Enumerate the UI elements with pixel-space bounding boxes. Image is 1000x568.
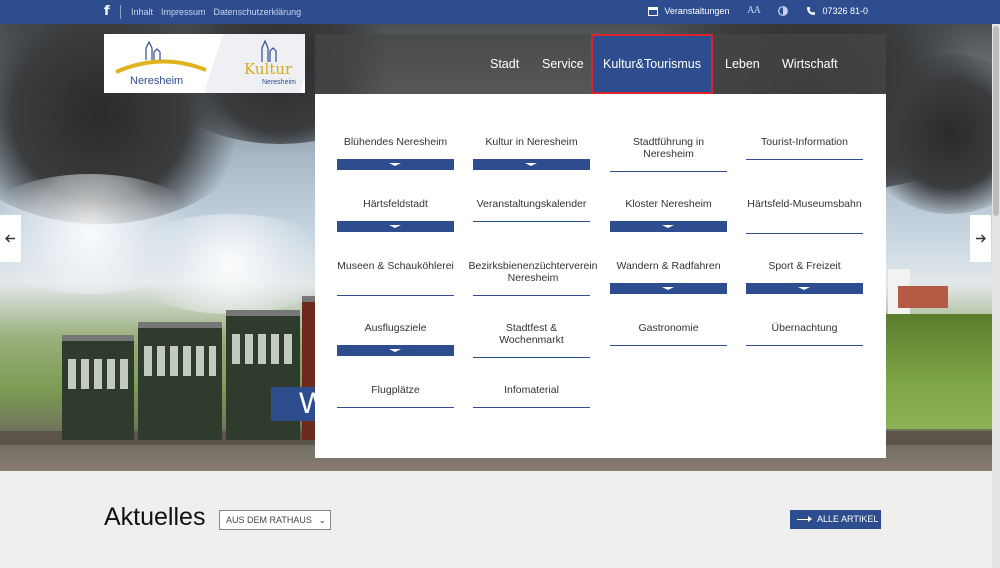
nav-wirtschaft[interactable]: Wirtschaft bbox=[782, 34, 838, 94]
menu-item-infomaterial[interactable]: Infomaterial bbox=[473, 384, 590, 410]
menu-item-underline bbox=[473, 357, 590, 358]
menu-item-museumsbahn[interactable]: Härtsfeld-Museumsbahn bbox=[746, 198, 863, 234]
nav-stadt[interactable]: Stadt bbox=[490, 34, 519, 94]
phone-icon bbox=[806, 6, 816, 16]
menu-item-kloster-neresheim[interactable]: Kloster Neresheim bbox=[610, 198, 727, 232]
menu-item-ausflugsziele[interactable]: Ausflugsziele bbox=[337, 322, 454, 356]
menu-item-sport-freizeit[interactable]: Sport & Freizeit bbox=[746, 260, 863, 294]
events-label: Veranstaltungen bbox=[664, 6, 730, 16]
menu-item-veranstaltungskalender[interactable]: Veranstaltungskalender bbox=[473, 198, 590, 224]
divider bbox=[120, 5, 121, 19]
news-heading: Aktuelles bbox=[104, 503, 206, 531]
expand-icon[interactable] bbox=[337, 221, 454, 232]
site-logo[interactable]: Neresheim Kultur Neresheim bbox=[104, 34, 305, 93]
menu-item-underline bbox=[337, 407, 454, 408]
phone-link[interactable]: 07326 81-0 bbox=[806, 6, 868, 16]
facebook-icon[interactable]: f bbox=[104, 4, 110, 19]
menu-item-flugplaetze[interactable]: Flugplätze bbox=[337, 384, 454, 410]
expand-icon[interactable] bbox=[337, 345, 454, 356]
neresheim-logo-icon bbox=[115, 40, 207, 74]
menu-item-kultur-in-neresheim[interactable]: Kultur in Neresheim bbox=[473, 136, 590, 170]
menu-item-stadtfuehrung[interactable]: Stadtführung in Neresheim bbox=[610, 136, 727, 172]
arrow-left-icon bbox=[5, 230, 16, 248]
top-bar: f Inhalt Impressum Datenschutzerklärung … bbox=[0, 0, 1000, 24]
phone-number: 07326 81-0 bbox=[822, 6, 868, 16]
slider-prev-button[interactable] bbox=[0, 215, 21, 262]
scrollbar-thumb[interactable] bbox=[993, 26, 999, 216]
menu-item-stadtfest[interactable]: Stadtfest & Wochenmarkt bbox=[473, 322, 590, 358]
expand-icon[interactable] bbox=[337, 159, 454, 170]
menu-item-underline bbox=[746, 159, 863, 160]
menu-item-underline bbox=[337, 295, 454, 296]
menu-item-museen[interactable]: Museen & Schauköhlerei bbox=[337, 260, 454, 296]
events-link[interactable]: Veranstaltungen bbox=[648, 6, 729, 16]
logo-kultur-sub: Neresheim bbox=[262, 79, 296, 86]
main-navigation: Stadt Service Kultur&Tourismus Leben Wir… bbox=[315, 34, 886, 94]
hero-heading: W bbox=[271, 387, 315, 421]
chevron-down-icon: ⌄ bbox=[318, 515, 326, 525]
menu-item-label: Stadtfest & Wochenmarkt bbox=[499, 322, 564, 346]
menu-item-gastronomie[interactable]: Gastronomie bbox=[610, 322, 727, 348]
all-articles-button[interactable]: ALLE ARTIKEL bbox=[790, 510, 881, 529]
menu-item-underline bbox=[610, 171, 727, 172]
mega-menu: Blühendes Neresheim Härtsfeldstadt Musee… bbox=[315, 94, 886, 458]
nav-service[interactable]: Service bbox=[542, 34, 584, 94]
menu-item-wandern-radfahren[interactable]: Wandern & Radfahren bbox=[610, 260, 727, 294]
menu-item-label: Stadtführung in Neresheim bbox=[632, 136, 705, 160]
contrast-icon[interactable] bbox=[778, 6, 789, 16]
menu-item-underline bbox=[473, 221, 590, 222]
calendar-icon bbox=[648, 6, 659, 16]
nav-leben[interactable]: Leben bbox=[725, 34, 760, 94]
logo-city-name: Neresheim bbox=[130, 75, 184, 87]
all-articles-label: ALLE ARTIKEL bbox=[817, 514, 879, 524]
logo-kultur: Kultur bbox=[244, 60, 293, 78]
menu-item-underline bbox=[746, 345, 863, 346]
link-datenschutz[interactable]: Datenschutzerklärung bbox=[214, 7, 302, 17]
menu-item-underline bbox=[746, 233, 863, 234]
arrow-right-icon bbox=[797, 516, 812, 522]
utility-links: Inhalt Impressum Datenschutzerklärung bbox=[131, 7, 301, 17]
menu-item-haertsfeldstadt[interactable]: Härtsfeldstadt bbox=[337, 198, 454, 232]
menu-item-underline bbox=[610, 345, 727, 346]
menu-item-label: Härtsfeld-Museumsbahn bbox=[747, 198, 862, 210]
expand-icon[interactable] bbox=[746, 283, 863, 294]
menu-item-bienenzuechterverein[interactable]: Bezirksbienenzüchterverein Neresheim bbox=[469, 260, 597, 296]
expand-icon[interactable] bbox=[610, 221, 727, 232]
menu-item-label: Museen & Schauköhlerei bbox=[337, 260, 454, 272]
news-filter-select[interactable]: AUS DEM RATHAUS ⌄ bbox=[219, 510, 331, 530]
topbar-right: Veranstaltungen AA 07326 81-0 bbox=[648, 6, 868, 16]
link-impressum[interactable]: Impressum bbox=[161, 7, 206, 17]
scrollbar[interactable] bbox=[992, 24, 1000, 568]
expand-icon[interactable] bbox=[610, 283, 727, 294]
slider-next-button[interactable] bbox=[970, 215, 991, 262]
menu-item-label: Bezirksbienenzüchterverein Neresheim bbox=[468, 260, 598, 284]
font-size-icon[interactable]: AA bbox=[747, 6, 760, 16]
menu-item-bluehendes-neresheim[interactable]: Blühendes Neresheim bbox=[337, 136, 454, 170]
menu-item-uebernachtung[interactable]: Übernachtung bbox=[746, 322, 863, 348]
arrow-right-icon bbox=[975, 230, 986, 248]
menu-item-underline bbox=[473, 295, 590, 296]
menu-item-tourist-information[interactable]: Tourist-Information bbox=[746, 136, 863, 162]
expand-icon[interactable] bbox=[473, 159, 590, 170]
menu-item-underline bbox=[473, 407, 590, 408]
nav-kultur-tourismus[interactable]: Kultur&Tourismus bbox=[591, 34, 713, 94]
link-inhalt[interactable]: Inhalt bbox=[131, 7, 153, 17]
news-filter-value: AUS DEM RATHAUS bbox=[226, 515, 312, 525]
